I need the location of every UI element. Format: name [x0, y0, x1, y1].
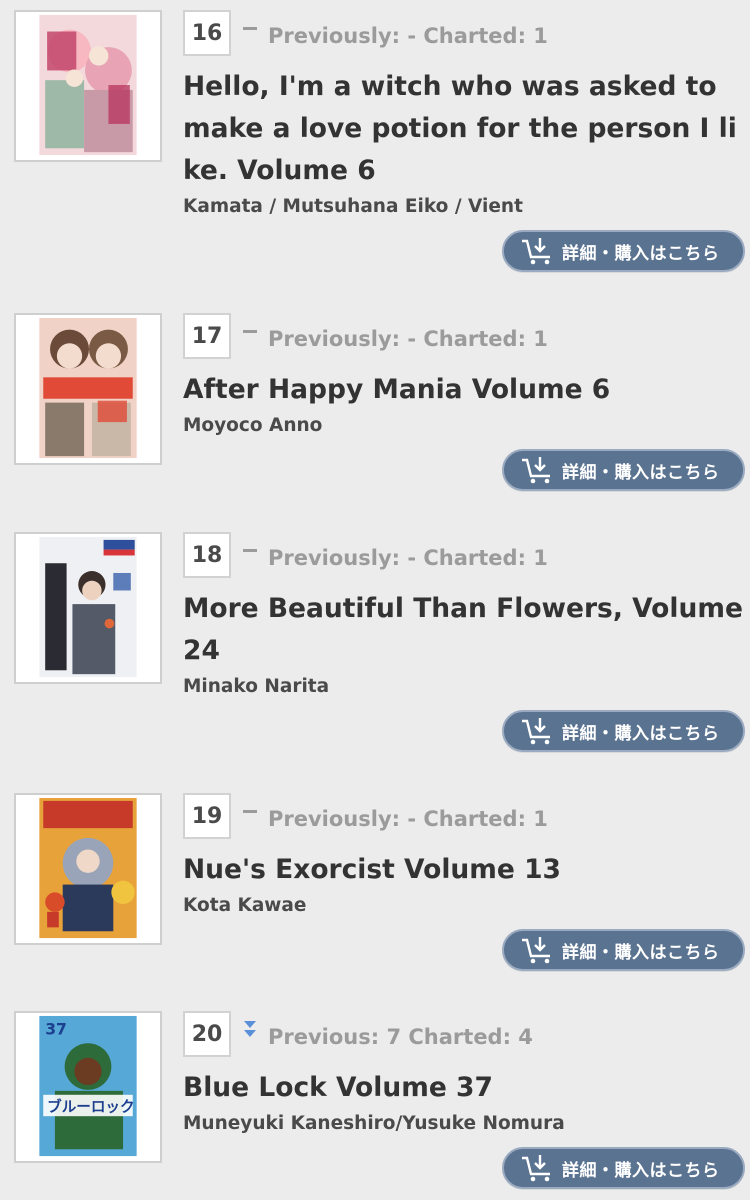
rank-number: 19: [183, 793, 231, 839]
cart-icon: [522, 238, 550, 265]
previous-chart-info: Previously: - Charted: 1: [268, 807, 548, 831]
details-purchase-button[interactable]: 詳細・購入はこちら: [502, 710, 745, 752]
rank-text: 19: [191, 803, 223, 829]
rank-number: 20: [183, 1011, 231, 1057]
previous-chart-info: Previously: - Charted: 1: [268, 327, 548, 351]
book-author: Muneyuki Kaneshiro/Yusuke Nomura: [183, 1113, 565, 1134]
ranking-entry-16: 16 Previously: - Charted: 1 Hello, I'm a…: [0, 10, 750, 280]
book-title[interactable]: Hello, I'm a witch who was asked to make…: [183, 66, 748, 192]
cart-icon: [522, 718, 550, 745]
book-author: Minako Narita: [183, 676, 330, 697]
rank-number: 16: [183, 10, 231, 56]
button-label: 詳細・購入はこちら: [562, 942, 720, 963]
ranking-entry-20: 37 ブルーロック 20 Previous: 7 Charted: 4 Blue…: [0, 1011, 750, 1200]
book-title[interactable]: After Happy Mania Volume 6: [183, 369, 748, 411]
dash-icon: [243, 810, 257, 813]
book-cover-image[interactable]: [14, 313, 162, 465]
button-label: 詳細・購入はこちら: [562, 462, 720, 483]
manga-cover-nues-exorcist-icon: [39, 797, 137, 939]
previous-chart-info: Previously: - Charted: 1: [268, 546, 548, 570]
rank-text: 16: [191, 20, 223, 46]
details-purchase-button[interactable]: 詳細・購入はこちら: [502, 1147, 745, 1189]
button-label: 詳細・購入はこちら: [562, 1160, 720, 1181]
cart-icon: [522, 1155, 550, 1182]
rank-text: 17: [191, 323, 223, 349]
dash-icon: [243, 330, 257, 333]
details-purchase-button[interactable]: 詳細・購入はこちら: [502, 449, 745, 491]
book-cover-image[interactable]: [14, 793, 162, 945]
button-label: 詳細・購入はこちら: [562, 723, 720, 744]
dash-icon: [243, 27, 257, 30]
rank-number: 17: [183, 313, 231, 359]
previous-chart-info: Previously: - Charted: 1: [268, 24, 548, 48]
book-author: Kota Kawae: [183, 895, 307, 916]
book-title[interactable]: Nue's Exorcist Volume 13: [183, 849, 748, 891]
manga-cover-after-happy-mania-icon: [39, 317, 137, 459]
details-purchase-button[interactable]: 詳細・購入はこちら: [502, 230, 745, 272]
cover-title-text: ブルーロック: [47, 1097, 134, 1115]
ranking-entry-19: 19 Previously: - Charted: 1 Nue's Exorci…: [0, 793, 750, 983]
dash-icon: [243, 549, 257, 552]
cover-volume-number: 37: [45, 1020, 67, 1038]
manga-cover-witch-love-potion-icon: [39, 14, 137, 156]
details-purchase-button[interactable]: 詳細・購入はこちら: [502, 929, 745, 971]
rank-number: 18: [183, 532, 231, 578]
rank-text: 18: [191, 542, 223, 568]
book-cover-image[interactable]: [14, 532, 162, 684]
book-author: Moyoco Anno: [183, 415, 323, 436]
ranking-entry-18: 18 Previously: - Charted: 1 More Beautif…: [0, 532, 750, 752]
manga-cover-blue-lock-icon: 37 ブルーロック: [39, 1015, 137, 1157]
book-cover-image[interactable]: [14, 10, 162, 162]
book-cover-image[interactable]: 37 ブルーロック: [14, 1011, 162, 1163]
rank-text: 20: [191, 1021, 223, 1047]
book-author: Kamata / Mutsuhana Eiko / Vient: [183, 196, 523, 217]
cart-icon: [522, 457, 550, 484]
down-arrow-icon: [244, 1021, 256, 1037]
book-title[interactable]: More Beautiful Than Flowers, Volume 24: [183, 588, 748, 672]
cart-icon: [522, 937, 550, 964]
manga-cover-more-beautiful-than-flowers-icon: [39, 536, 137, 678]
book-title[interactable]: Blue Lock Volume 37: [183, 1067, 748, 1109]
previous-chart-info: Previous: 7 Charted: 4: [268, 1025, 533, 1049]
ranking-entry-17: 17 Previously: - Charted: 1 After Happy …: [0, 313, 750, 503]
button-label: 詳細・購入はこちら: [562, 243, 720, 264]
